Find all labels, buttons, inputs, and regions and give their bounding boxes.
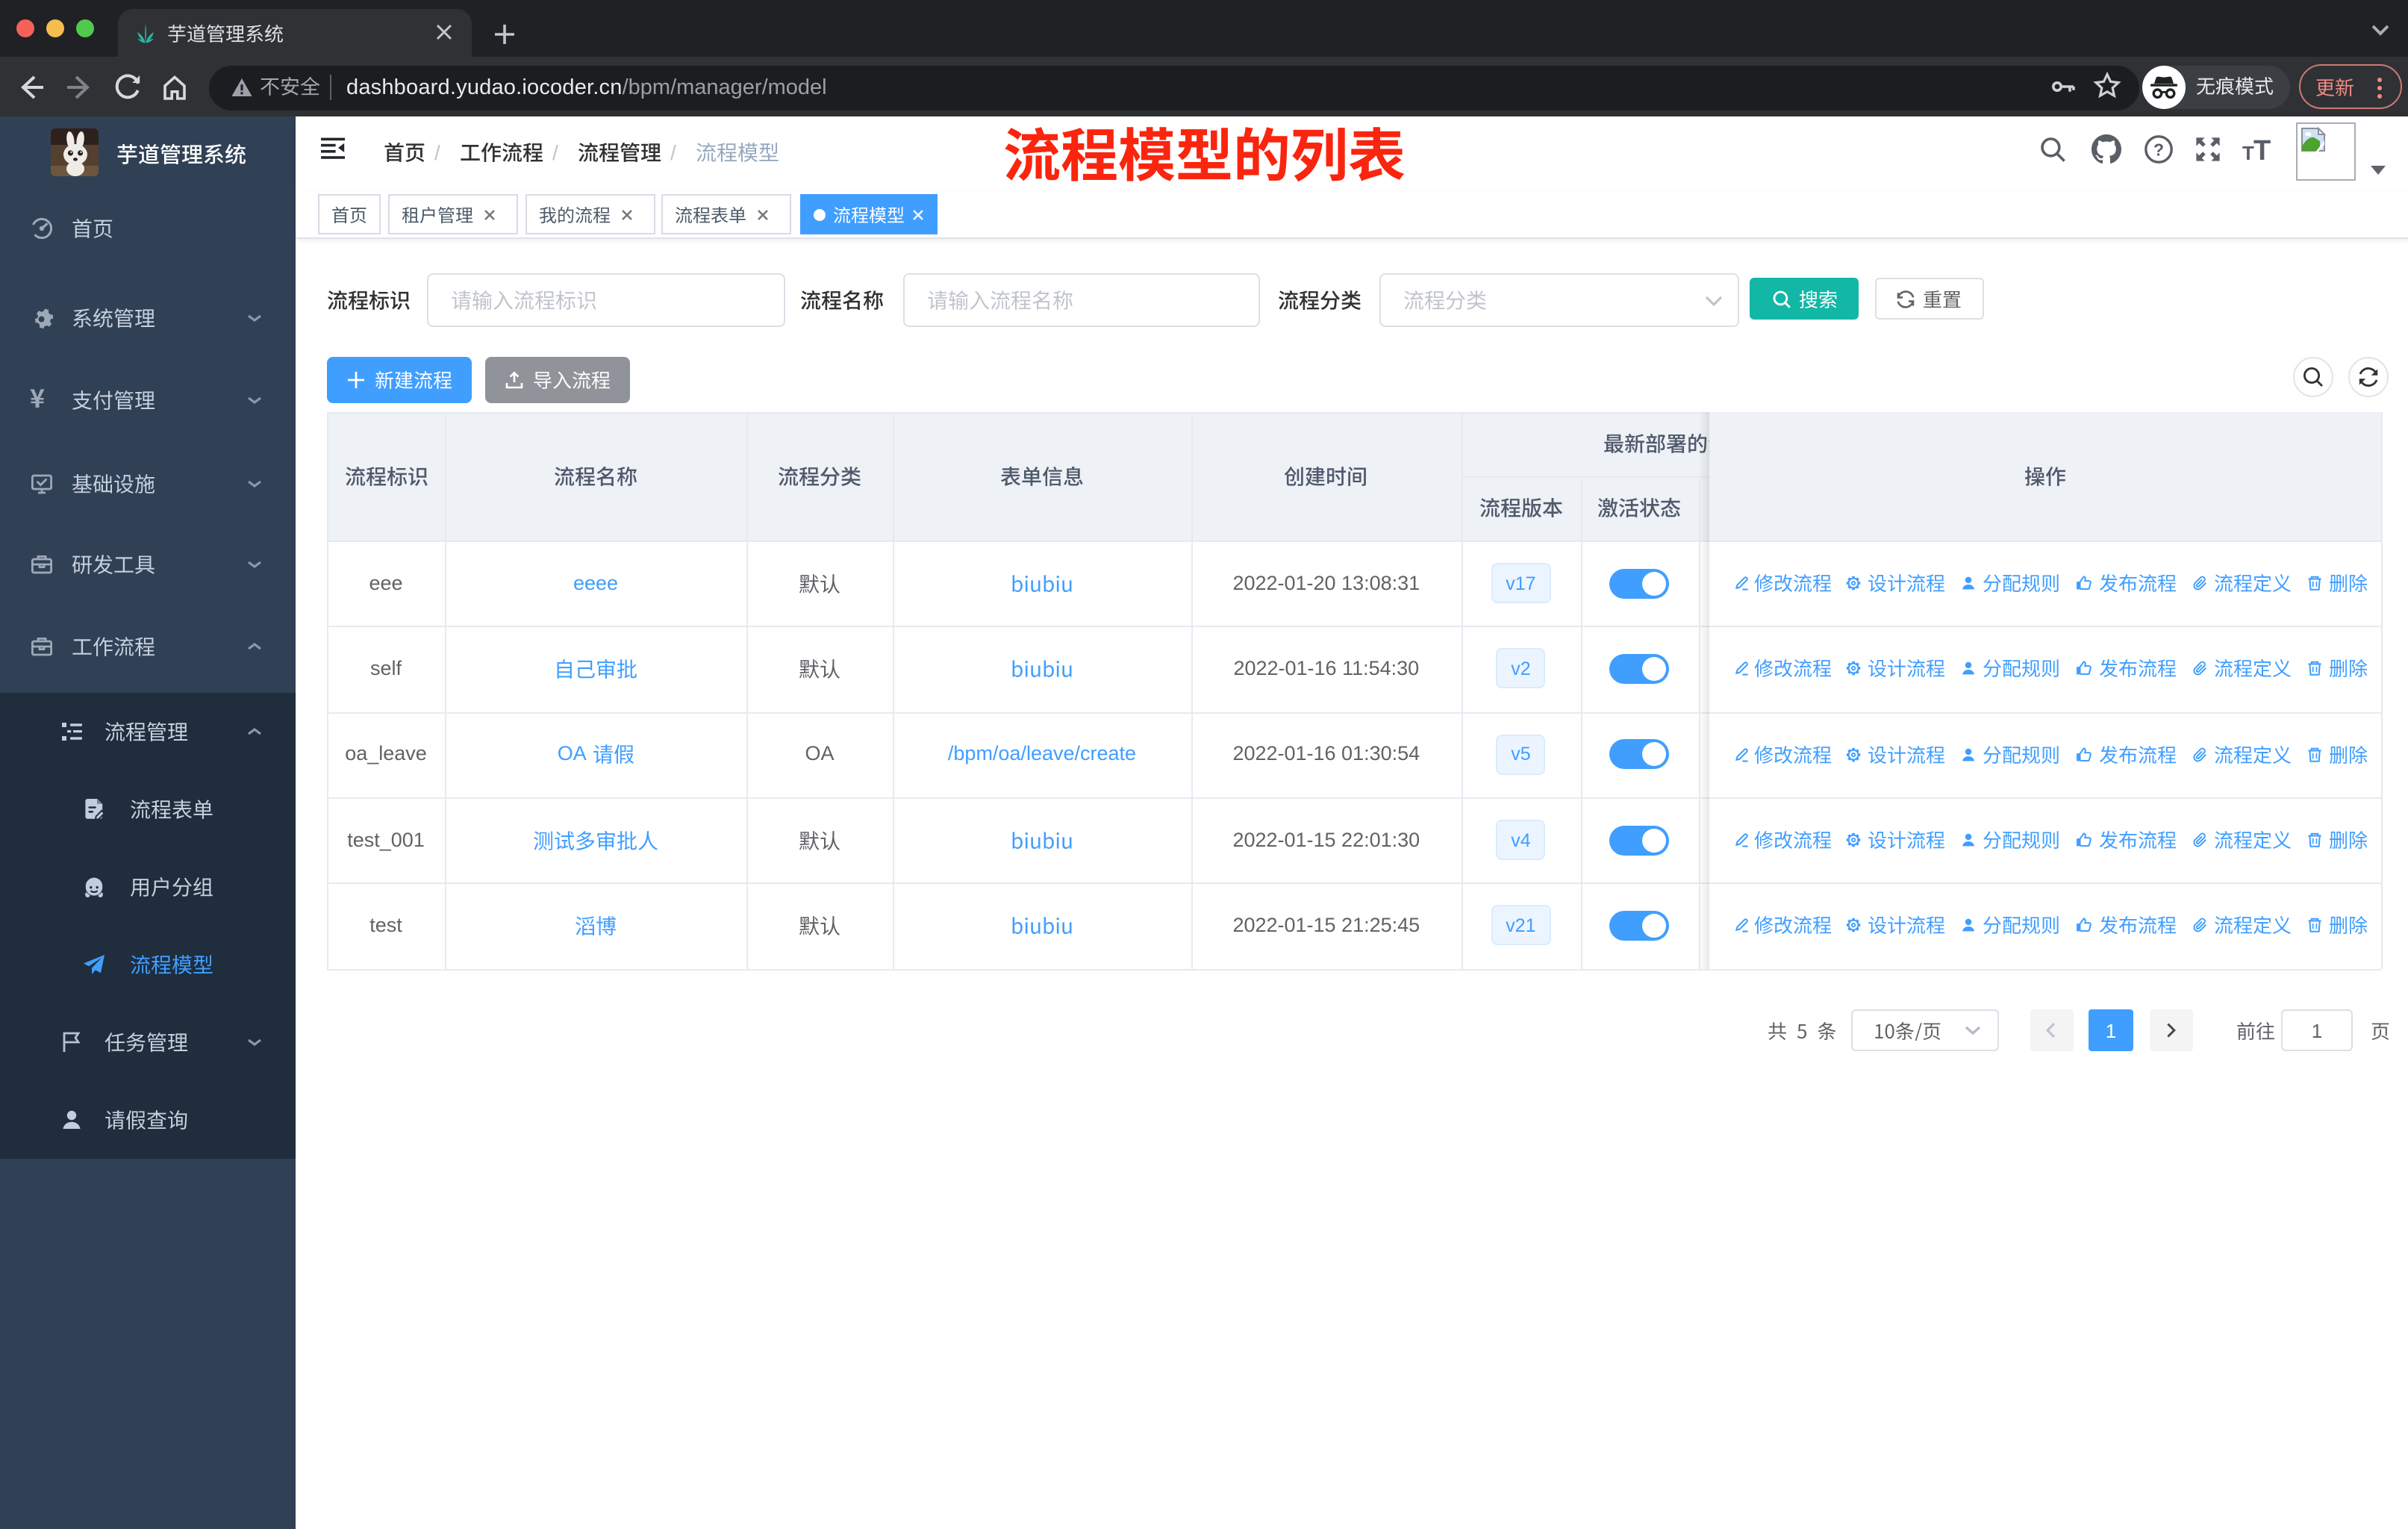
svg-text:?: ?: [2153, 140, 2163, 159]
svg-text:T: T: [2242, 142, 2254, 164]
svg-text:T: T: [2253, 135, 2271, 164]
